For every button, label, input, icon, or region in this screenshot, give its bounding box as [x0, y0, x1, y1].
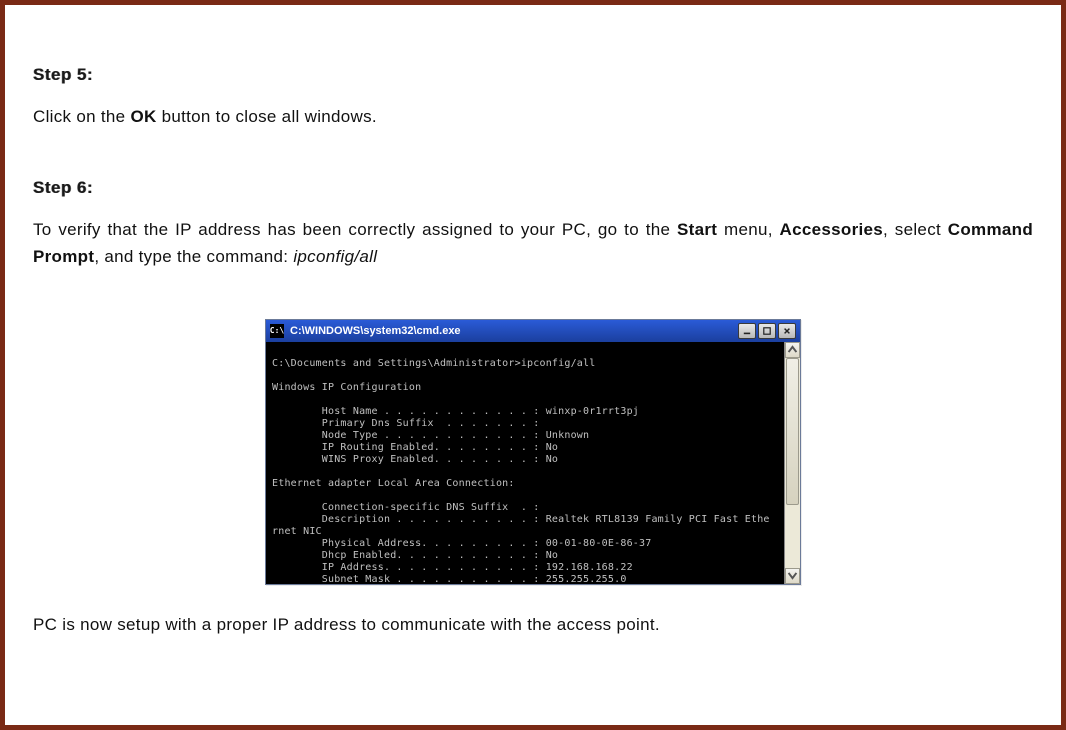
cmd-title-text: C:\WINDOWS\system32\cmd.exe — [290, 325, 732, 337]
step5-body: Click on the OK button to close all wind… — [33, 103, 1033, 130]
footer-text: PC is now setup with a proper IP address… — [33, 615, 1033, 635]
step6-p2: menu, — [717, 220, 779, 239]
cmd-icon: C:\ — [270, 324, 284, 338]
step5-heading: Step 5: — [33, 65, 1033, 85]
scroll-thumb[interactable] — [786, 358, 799, 505]
titlebar-buttons — [738, 323, 796, 339]
ok-bold: OK — [130, 107, 156, 126]
minimize-button[interactable] — [738, 323, 756, 339]
scroll-up-button[interactable] — [785, 342, 800, 358]
minimize-icon — [743, 327, 751, 335]
cmd-titlebar: C:\ C:\WINDOWS\system32\cmd.exe — [266, 320, 800, 342]
step5-text-prefix: Click on the — [33, 107, 130, 126]
step5-text-suffix: button to close all windows. — [157, 107, 377, 126]
step6-heading: Step 6: — [33, 178, 1033, 198]
close-button[interactable] — [778, 323, 796, 339]
maximize-button[interactable] — [758, 323, 776, 339]
cmd-scrollbar[interactable] — [784, 342, 800, 584]
close-icon — [783, 327, 791, 335]
scroll-track[interactable] — [785, 358, 800, 568]
cmd-body: C:\Documents and Settings\Administrator>… — [266, 342, 800, 584]
maximize-icon — [763, 327, 771, 335]
document-page: Step 5: Click on the OK button to close … — [0, 0, 1066, 730]
chevron-down-icon — [786, 569, 799, 582]
accessories-bold: Accessories — [780, 220, 883, 239]
step6-p3: , select — [883, 220, 948, 239]
step6-p4: , and type the command: — [94, 247, 293, 266]
chevron-up-icon — [786, 343, 799, 356]
scroll-down-button[interactable] — [785, 568, 800, 584]
start-bold: Start — [677, 220, 717, 239]
step6-body: To verify that the IP address has been c… — [33, 216, 1033, 270]
cmd-output: C:\Documents and Settings\Administrator>… — [272, 358, 770, 584]
step6-p1: To verify that the IP address has been c… — [33, 220, 677, 239]
cmd-screenshot-wrap: C:\ C:\WINDOWS\system32\cmd.exe C:\Docum… — [33, 319, 1033, 585]
ipconfig-command: ipconfig/all — [293, 247, 377, 266]
cmd-window: C:\ C:\WINDOWS\system32\cmd.exe C:\Docum… — [265, 319, 801, 585]
